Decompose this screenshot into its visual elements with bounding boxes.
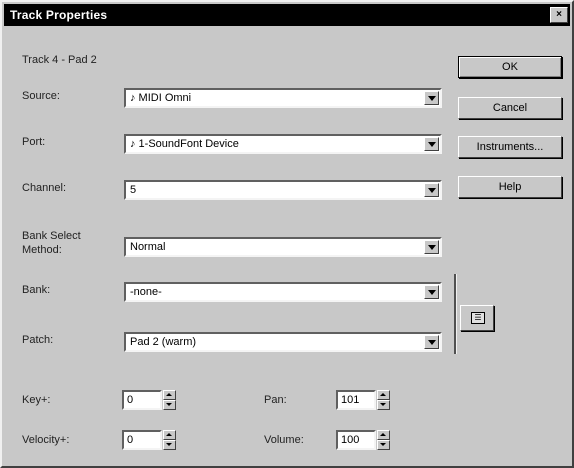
ok-button[interactable]: OK — [458, 56, 562, 78]
chevron-down-icon[interactable] — [424, 285, 439, 299]
track-name-label: Track 4 - Pad 2 — [22, 54, 97, 66]
spin-up-icon[interactable] — [163, 390, 176, 400]
volume-spinner[interactable] — [377, 430, 390, 450]
bank-select-method-dropdown[interactable]: Normal — [124, 237, 442, 257]
chevron-down-icon[interactable] — [424, 335, 439, 349]
title-bar[interactable]: Track Properties × — [4, 4, 570, 26]
bank-select-label-line1: Bank Select — [22, 230, 81, 242]
pan-value: 101 — [341, 394, 360, 406]
spin-up-icon[interactable] — [163, 430, 176, 440]
help-button[interactable]: Help — [458, 176, 562, 198]
spin-down-icon[interactable] — [163, 400, 176, 410]
patch-label: Patch: — [22, 334, 54, 346]
patch-browser-button[interactable]: ☰ — [460, 305, 494, 331]
bank-patch-bracket — [454, 274, 457, 354]
volume-input[interactable]: 100 — [336, 430, 376, 450]
bank-label: Bank: — [22, 284, 51, 296]
port-dropdown[interactable]: ♪ 1-SoundFont Device — [124, 134, 442, 154]
bank-select-method-value: Normal — [130, 241, 166, 253]
chevron-down-icon[interactable] — [424, 91, 439, 105]
chevron-down-icon[interactable] — [424, 240, 439, 254]
velocity-label: Velocity+: — [22, 434, 70, 446]
port-label: Port: — [22, 136, 46, 148]
spin-down-icon[interactable] — [163, 440, 176, 450]
velocity-spinner[interactable] — [163, 430, 176, 450]
bank-dropdown[interactable]: -none- — [124, 282, 442, 302]
key-spinner[interactable] — [163, 390, 176, 410]
key-value: 0 — [127, 394, 134, 406]
source-label: Source: — [22, 90, 60, 102]
source-value: ♪ MIDI Omni — [130, 92, 192, 104]
bank-value: -none- — [130, 286, 162, 298]
cancel-button[interactable]: Cancel — [458, 97, 562, 119]
port-value: ♪ 1-SoundFont Device — [130, 138, 239, 150]
source-dropdown[interactable]: ♪ MIDI Omni — [124, 88, 442, 108]
spin-down-icon[interactable] — [377, 440, 390, 450]
patch-value: Pad 2 (warm) — [130, 336, 197, 348]
bank-select-label-line2: Method: — [22, 244, 62, 256]
spin-up-icon[interactable] — [377, 430, 390, 440]
pan-label: Pan: — [264, 394, 287, 406]
channel-label: Channel: — [22, 182, 67, 194]
chevron-down-icon[interactable] — [424, 183, 439, 197]
volume-label: Volume: — [264, 434, 304, 446]
key-label: Key+: — [22, 394, 51, 406]
channel-dropdown[interactable]: 5 — [124, 180, 442, 200]
spin-down-icon[interactable] — [377, 400, 390, 410]
track-properties-dialog: Track Properties × Track 4 - Pad 2 Sourc… — [0, 0, 574, 468]
key-input[interactable]: 0 — [122, 390, 162, 410]
volume-value: 100 — [341, 434, 360, 446]
close-button[interactable]: × — [550, 7, 568, 23]
instruments-button[interactable]: Instruments... — [458, 136, 562, 158]
pan-input[interactable]: 101 — [336, 390, 376, 410]
dialog-title: Track Properties — [10, 8, 108, 22]
velocity-input[interactable]: 0 — [122, 430, 162, 450]
velocity-value: 0 — [127, 434, 134, 446]
browse-icon: ☰ — [471, 312, 485, 324]
pan-spinner[interactable] — [377, 390, 390, 410]
patch-dropdown[interactable]: Pad 2 (warm) — [124, 332, 442, 352]
chevron-down-icon[interactable] — [424, 137, 439, 151]
spin-up-icon[interactable] — [377, 390, 390, 400]
channel-value: 5 — [130, 184, 137, 196]
